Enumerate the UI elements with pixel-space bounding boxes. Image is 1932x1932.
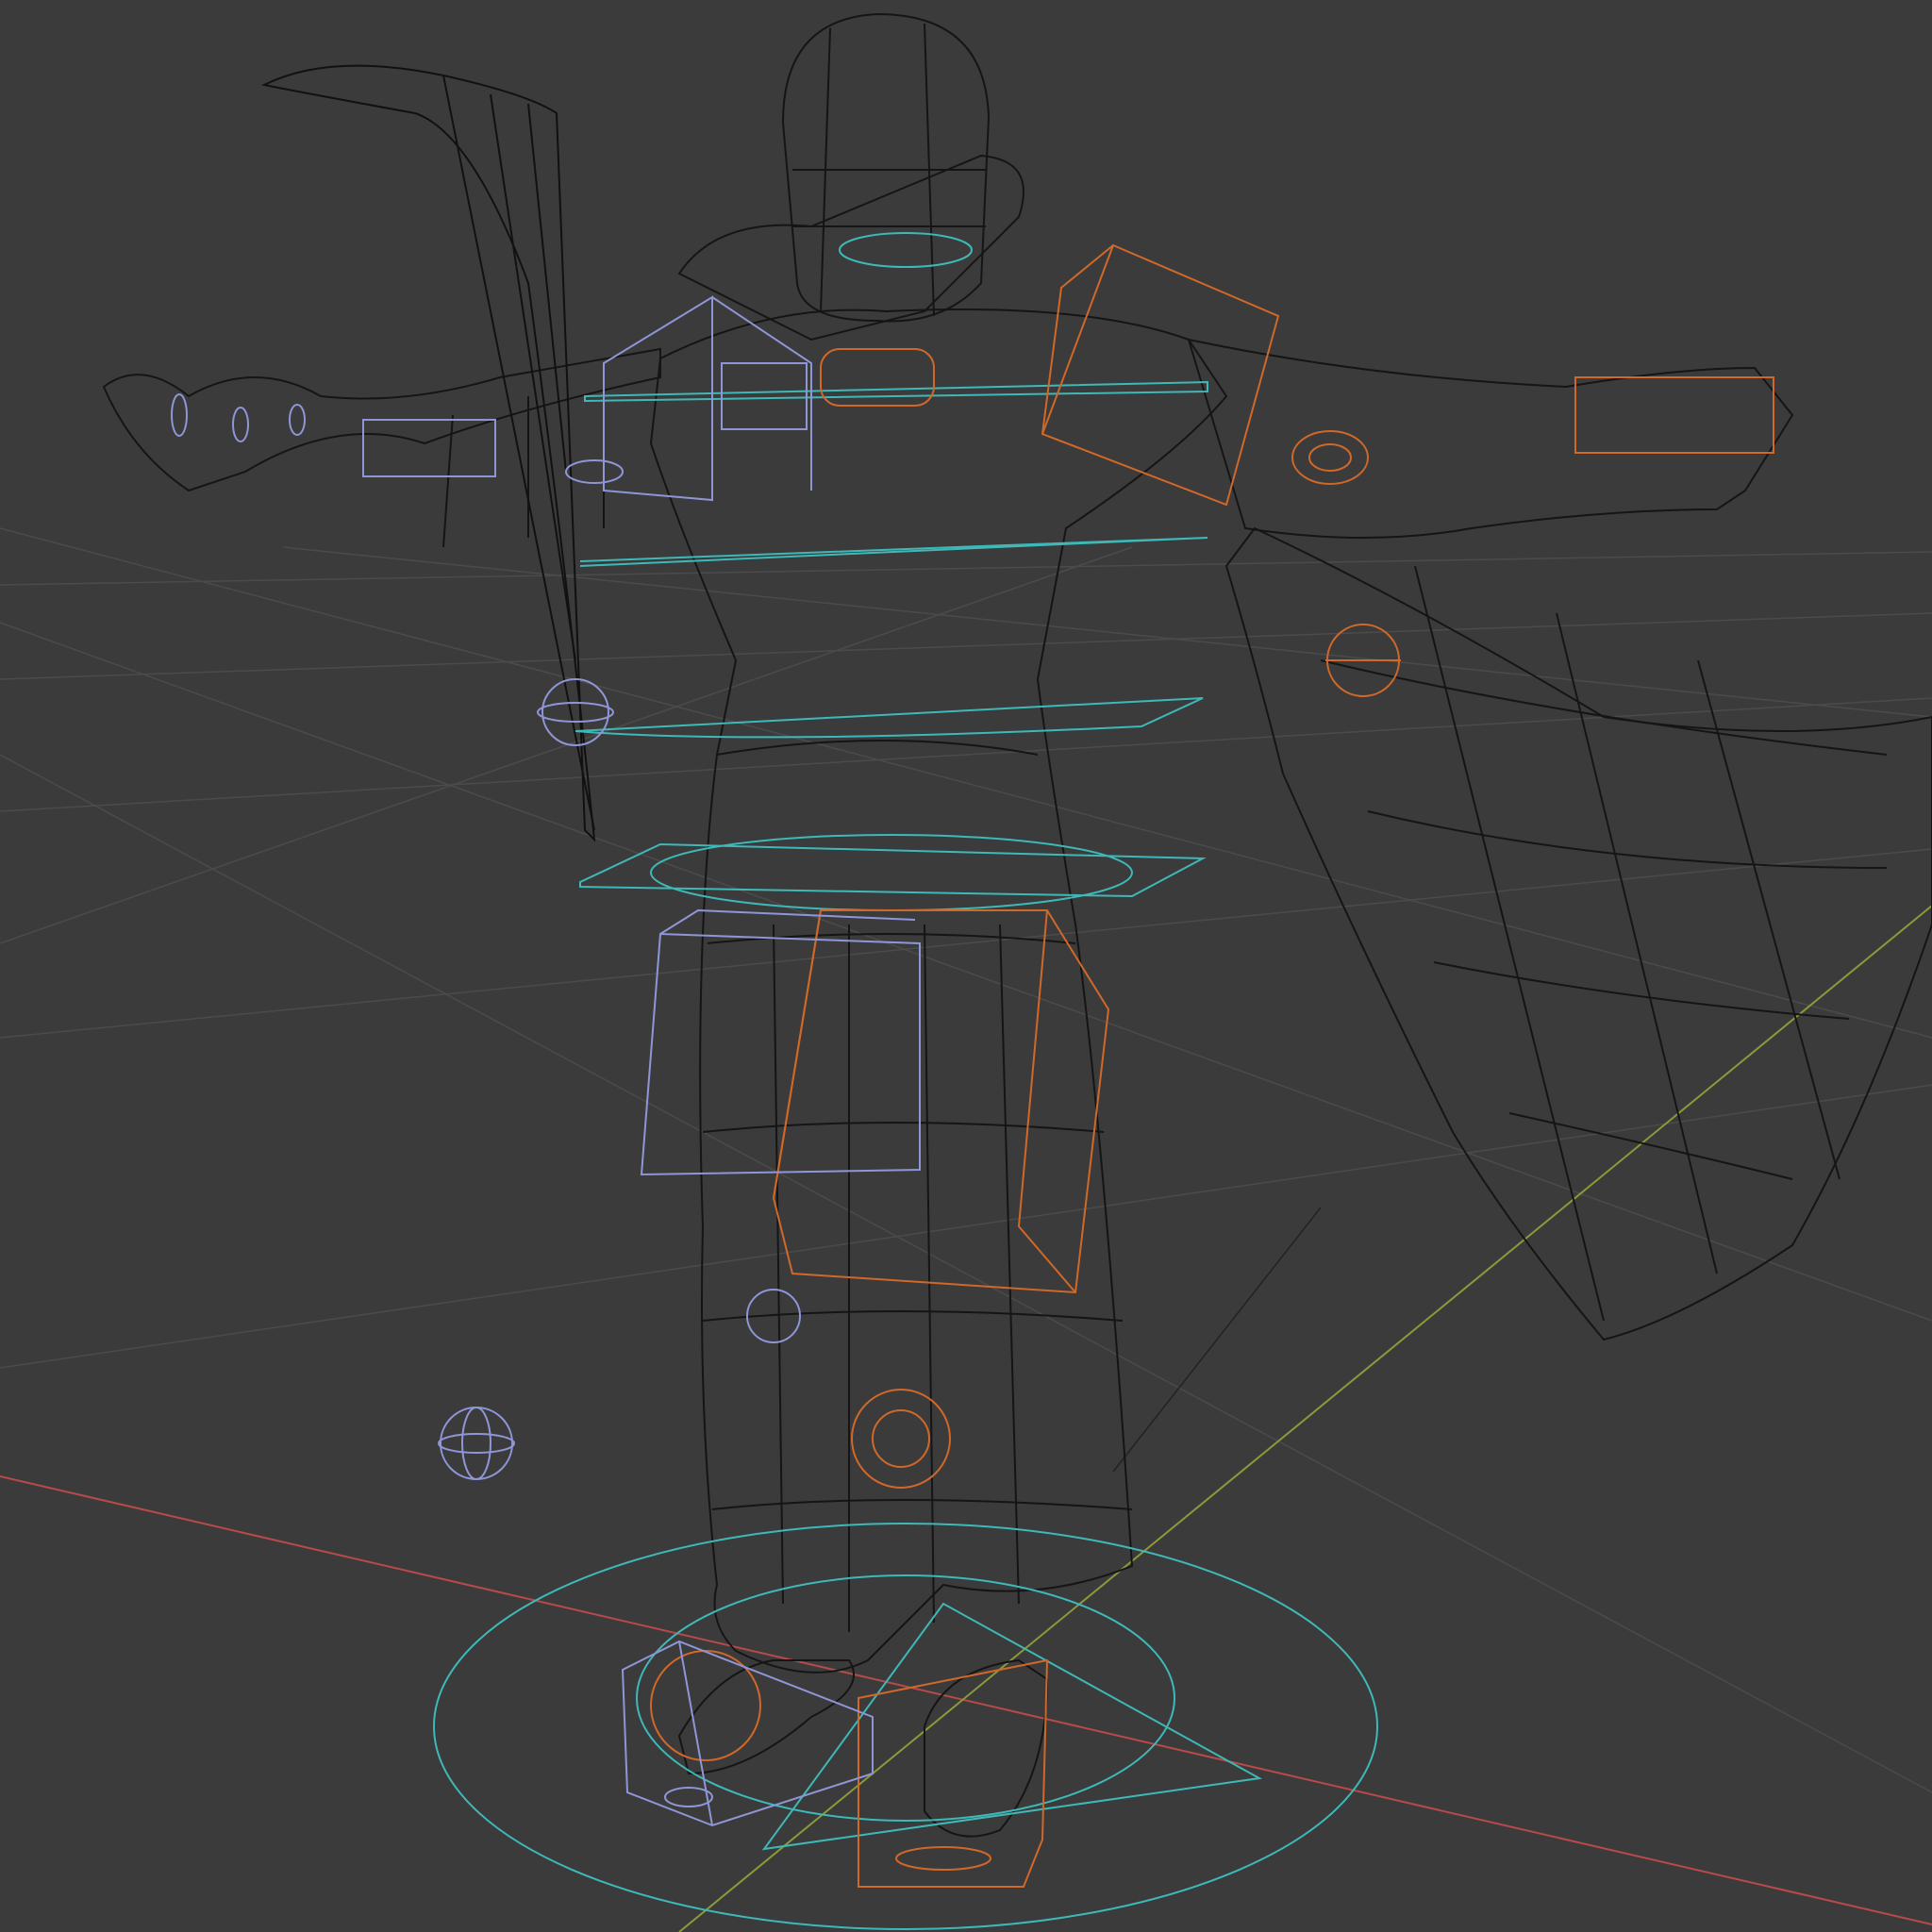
orange-box-control-icon[interactable] (650, 243, 1774, 1888)
cyan-ring-control-icon[interactable] (433, 232, 1378, 1930)
axis-x-line-icon (0, 1475, 1932, 1925)
3d-viewport[interactable] (0, 0, 1932, 1932)
axis-y-line-icon (678, 905, 1932, 1932)
floor-grid (0, 527, 1932, 1793)
viewport-canvas[interactable] (0, 0, 1932, 1932)
